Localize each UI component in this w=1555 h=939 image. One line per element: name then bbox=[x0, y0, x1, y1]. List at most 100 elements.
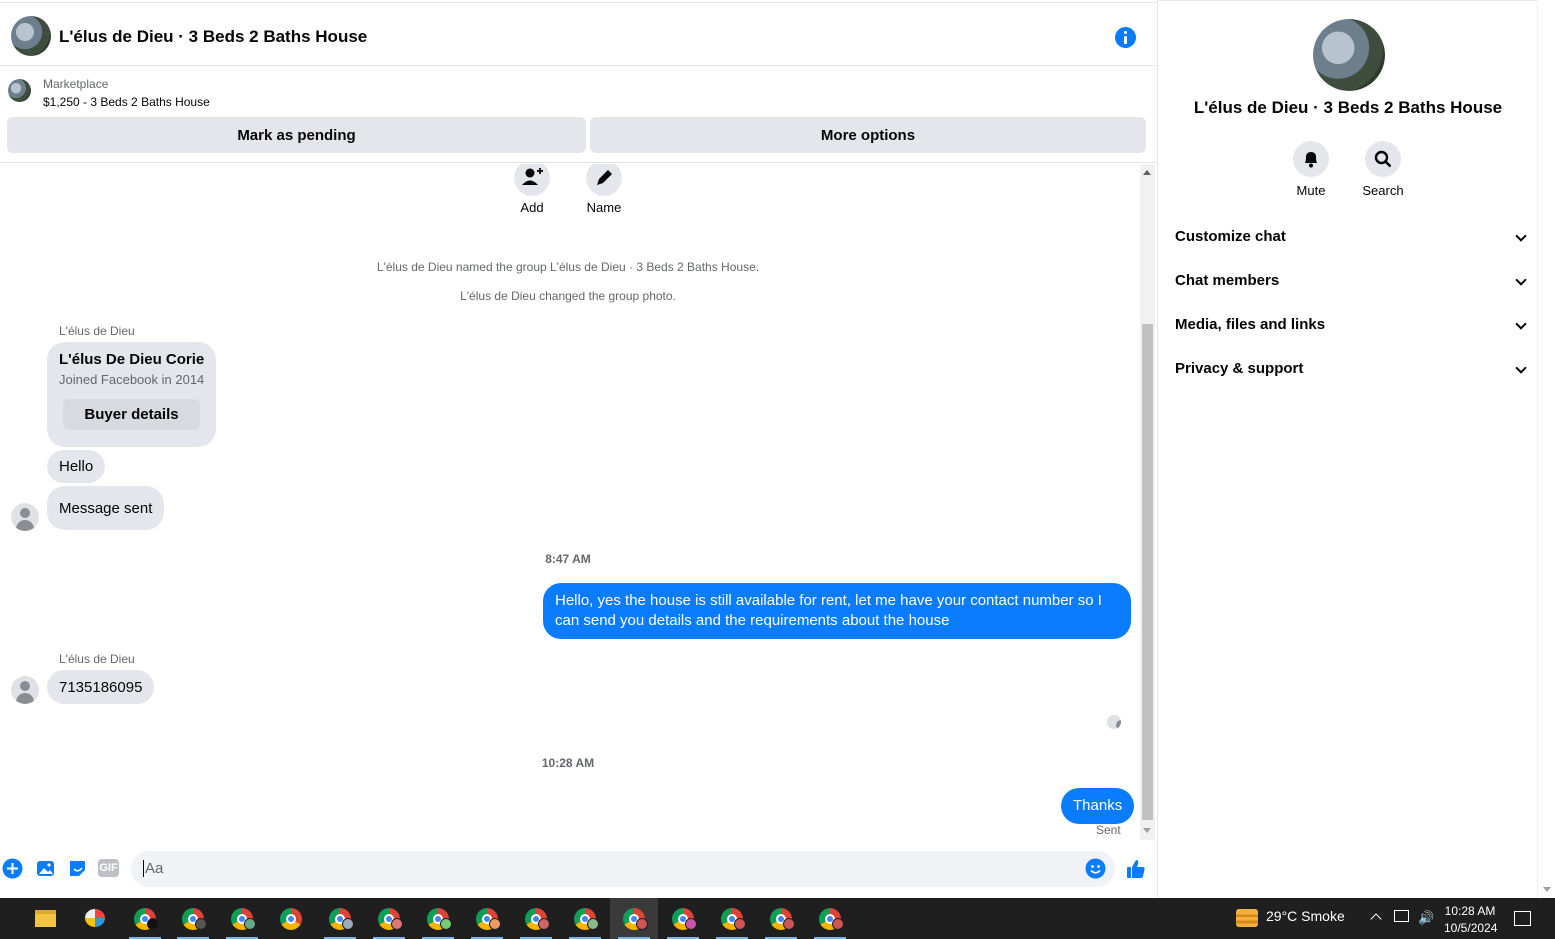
buyer-card: L'élus De Dieu Corie Joined Facebook in … bbox=[47, 342, 216, 447]
pencil-icon bbox=[597, 170, 612, 185]
taskbar-chrome-active[interactable] bbox=[610, 898, 658, 939]
taskbar-chrome[interactable] bbox=[463, 898, 511, 939]
name-label: Name bbox=[586, 200, 622, 215]
search-label: Search bbox=[1362, 183, 1404, 198]
gif-icon[interactable]: GIF bbox=[98, 859, 119, 877]
add-label: Add bbox=[520, 200, 544, 215]
taskbar-chrome[interactable] bbox=[121, 898, 169, 939]
volume-icon[interactable]: 🔊 bbox=[1418, 910, 1434, 925]
message-input[interactable]: Aa bbox=[131, 851, 1115, 887]
chrome-icon bbox=[280, 908, 302, 930]
chevron-down-icon bbox=[1515, 318, 1527, 330]
sidebar-title: L'élus de Dieu · 3 Beds 2 Baths House bbox=[1193, 98, 1503, 117]
taskbar-chrome[interactable] bbox=[806, 898, 854, 939]
group-avatar-large[interactable] bbox=[1313, 19, 1385, 91]
buyer-details-button[interactable]: Buyer details bbox=[63, 399, 200, 430]
add-person-button[interactable] bbox=[514, 164, 550, 196]
message-placeholder: Aa bbox=[143, 860, 164, 877]
buyer-joined: Joined Facebook in 2014 bbox=[59, 372, 205, 387]
taskbar: 29°C Smoke 🔊 10:28 AM 10/5/2024 bbox=[0, 898, 1555, 939]
group-avatar[interactable] bbox=[11, 16, 51, 56]
add-person-icon bbox=[522, 168, 543, 185]
chat-title[interactable]: L'élus de Dieu · 3 Beds 2 Baths House bbox=[59, 27, 367, 47]
section-label: Chat members bbox=[1175, 272, 1280, 289]
timestamp: 8:47 AM bbox=[545, 552, 591, 566]
taskbar-chrome[interactable] bbox=[757, 898, 805, 939]
conversation-info-panel: L'élus de Dieu · 3 Beds 2 Baths House Mu… bbox=[1159, 0, 1537, 898]
taskbar-app-paint[interactable] bbox=[71, 898, 119, 939]
taskbar-chrome[interactable] bbox=[365, 898, 413, 939]
like-icon[interactable] bbox=[1125, 858, 1147, 880]
scroll-down-icon[interactable] bbox=[1543, 887, 1551, 892]
taskbar-chrome[interactable] bbox=[267, 898, 315, 939]
taskbar-chrome[interactable] bbox=[708, 898, 756, 939]
thread-scrollbar[interactable] bbox=[1140, 164, 1155, 840]
page-scrollbar[interactable] bbox=[1537, 0, 1555, 898]
tray-chevron-icon[interactable] bbox=[1370, 913, 1382, 925]
sender-name: L'élus de Dieu bbox=[59, 324, 135, 338]
paint-icon bbox=[85, 909, 105, 927]
chevron-down-icon bbox=[1515, 274, 1527, 286]
composer: GIF Aa bbox=[0, 846, 1158, 892]
search-button[interactable]: Search bbox=[1348, 141, 1418, 198]
taskbar-chrome[interactable] bbox=[414, 898, 462, 939]
chat-header: L'élus de Dieu · 3 Beds 2 Baths House bbox=[0, 2, 1158, 66]
message-bubble[interactable]: Hello bbox=[47, 450, 106, 483]
listing-title[interactable]: $1,250 - 3 Beds 2 Baths House bbox=[43, 95, 210, 109]
marketplace-label: Marketplace bbox=[43, 77, 109, 91]
delivery-status: Sent bbox=[1096, 823, 1121, 837]
sticker-icon[interactable] bbox=[67, 858, 88, 879]
taskbar-chrome[interactable] bbox=[316, 898, 364, 939]
rename-button[interactable] bbox=[586, 164, 622, 196]
sent-message-bubble[interactable]: Hello, yes the house is still available … bbox=[543, 583, 1131, 639]
image-icon[interactable] bbox=[35, 858, 56, 879]
timestamp: 10:28 AM bbox=[541, 756, 595, 770]
clock-date: 10/5/2024 bbox=[1444, 921, 1498, 935]
taskbar-chrome[interactable] bbox=[512, 898, 560, 939]
marketplace-bar: Marketplace $1,250 - 3 Beds 2 Baths Hous… bbox=[0, 67, 1158, 163]
buyer-name: L'élus De Dieu Corie bbox=[59, 351, 205, 368]
weather-text[interactable]: 29°C Smoke bbox=[1266, 908, 1345, 924]
more-options-button[interactable]: More options bbox=[590, 117, 1146, 153]
section-label: Privacy & support bbox=[1175, 360, 1304, 377]
read-receipt-avatar bbox=[1107, 715, 1121, 729]
avatar[interactable] bbox=[11, 503, 39, 531]
section-customize-chat[interactable]: Customize chat bbox=[1175, 228, 1527, 248]
message-bubble[interactable]: Message sent bbox=[47, 486, 165, 530]
scroll-up-icon[interactable] bbox=[1143, 170, 1151, 175]
notification-icon[interactable] bbox=[1514, 911, 1531, 926]
section-label: Media, files and links bbox=[1175, 316, 1326, 333]
section-media-files-links[interactable]: Media, files and links bbox=[1175, 316, 1527, 336]
mark-pending-button[interactable]: Mark as pending bbox=[7, 117, 586, 153]
bell-icon bbox=[1305, 152, 1317, 168]
taskbar-chrome[interactable] bbox=[169, 898, 217, 939]
chat-pane: L'élus de Dieu · 3 Beds 2 Baths House Ma… bbox=[0, 0, 1158, 898]
sender-name: L'élus de Dieu bbox=[59, 652, 135, 666]
network-icon[interactable] bbox=[1394, 910, 1409, 922]
section-privacy-support[interactable]: Privacy & support bbox=[1175, 360, 1527, 380]
message-bubble[interactable]: 7135186095 bbox=[47, 670, 155, 704]
scroll-down-icon[interactable] bbox=[1143, 828, 1151, 833]
avatar[interactable] bbox=[11, 676, 39, 704]
scroll-thumb[interactable] bbox=[1142, 324, 1153, 820]
taskbar-chrome[interactable] bbox=[659, 898, 707, 939]
search-icon bbox=[1374, 150, 1392, 168]
system-message: L'élus de Dieu changed the group photo. bbox=[460, 289, 676, 303]
emoji-icon[interactable] bbox=[1085, 858, 1106, 879]
message-thread: Add Name L'élus de Dieu named the group … bbox=[0, 164, 1140, 840]
taskbar-clock[interactable]: 10:28 AM 10/5/2024 bbox=[1444, 903, 1498, 937]
sent-message-bubble[interactable]: Thanks bbox=[1061, 788, 1135, 824]
mute-label: Mute bbox=[1296, 183, 1326, 198]
plus-icon[interactable] bbox=[2, 858, 23, 879]
section-chat-members[interactable]: Chat members bbox=[1175, 272, 1527, 292]
weather-icon[interactable] bbox=[1236, 909, 1258, 927]
listing-thumbnail[interactable] bbox=[8, 79, 31, 102]
taskbar-file-explorer[interactable] bbox=[21, 898, 69, 939]
folder-icon bbox=[35, 910, 56, 927]
system-message: L'élus de Dieu named the group L'élus de… bbox=[376, 260, 760, 274]
mute-button[interactable]: Mute bbox=[1276, 141, 1346, 198]
taskbar-chrome[interactable] bbox=[218, 898, 266, 939]
info-icon[interactable] bbox=[1115, 27, 1136, 48]
clock-time: 10:28 AM bbox=[1444, 904, 1496, 918]
taskbar-chrome[interactable] bbox=[561, 898, 609, 939]
